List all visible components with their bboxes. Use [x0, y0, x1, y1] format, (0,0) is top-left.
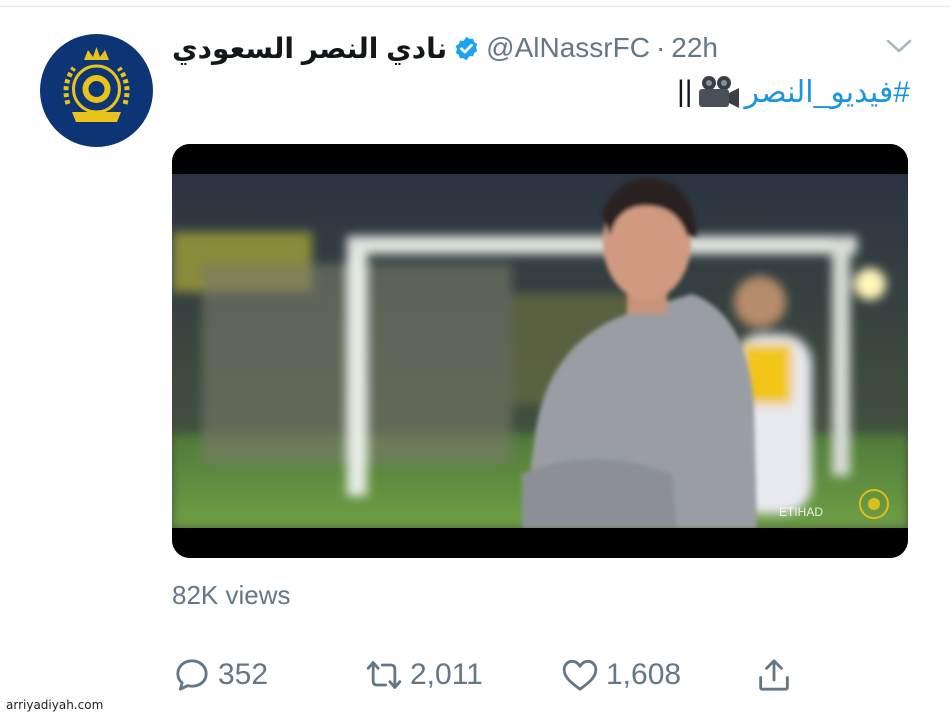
- svg-text:ETIHAD: ETIHAD: [779, 505, 823, 519]
- video-player[interactable]: ETIHAD: [172, 144, 908, 558]
- share-button[interactable]: [754, 650, 794, 700]
- retweet-button[interactable]: 2,011: [364, 650, 483, 700]
- display-name[interactable]: نادي النصر السعودي: [172, 32, 447, 65]
- reply-count: 352: [218, 658, 269, 691]
- hashtag-link[interactable]: #فيديو_النصر: [745, 75, 910, 110]
- tweet-actions: 352 2,011 1,608: [172, 650, 812, 700]
- tweet-text-suffix: ||: [676, 75, 693, 108]
- source-watermark: arriyadiyah.com: [6, 698, 104, 712]
- video-thumbnail: ETIHAD: [172, 144, 908, 558]
- reply-button[interactable]: 352: [172, 650, 268, 700]
- heart-icon: [562, 659, 598, 691]
- separator-dot: ·: [655, 32, 666, 63]
- share-icon: [759, 659, 789, 691]
- movie-camera-emoji-icon: [698, 76, 739, 108]
- verified-badge-icon: [455, 36, 478, 60]
- tweet-timestamp[interactable]: 22h: [671, 32, 718, 64]
- tweet-text: #فيديو_النصر ||: [677, 70, 910, 114]
- view-count: 82K views: [172, 580, 291, 610]
- top-divider: [0, 6, 950, 7]
- user-handle[interactable]: @AlNassrFC: [486, 32, 650, 64]
- retweet-icon: [366, 661, 402, 689]
- club-crest-logo: [40, 34, 153, 147]
- like-button[interactable]: 1,608: [560, 650, 681, 700]
- like-count: 1,608: [606, 658, 682, 691]
- chevron-down-icon[interactable]: [884, 34, 914, 58]
- tweet-header: نادي النصر السعودي @AlNassrFC · 22h: [172, 28, 718, 68]
- profile-avatar[interactable]: [40, 34, 153, 147]
- retweet-count: 2,011: [410, 658, 483, 691]
- reply-icon: [176, 659, 208, 691]
